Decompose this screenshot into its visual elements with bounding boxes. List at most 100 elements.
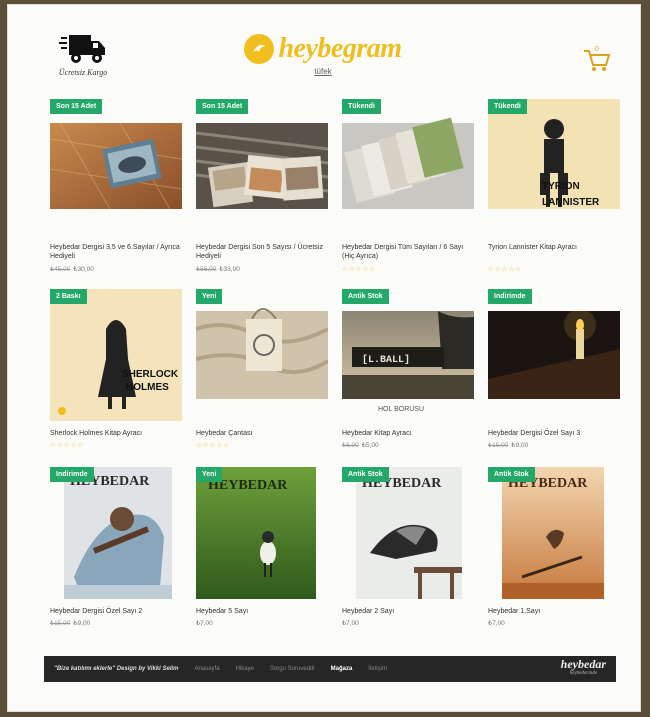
product-badge: Yeni — [196, 467, 223, 482]
product-title[interactable]: Heybedar Dergisi Özel Sayı 3 — [488, 429, 620, 438]
product-title[interactable]: Tyrion Lannister Kitap Ayracı — [488, 243, 620, 252]
truck-icon — [59, 35, 105, 63]
product-image[interactable]: [L.BALL] HOL BORUSU — [342, 289, 474, 421]
product-price: ₺15,00 ₺9,00 — [488, 441, 528, 449]
old-price: ₺45,00 — [50, 266, 71, 273]
current-price: ₺30,00 — [73, 266, 94, 273]
product-title[interactable]: Heybedar 2 Sayı — [342, 607, 474, 616]
product-badge: Indirimde — [488, 289, 532, 304]
product-badge: 2 Baskı — [50, 289, 87, 304]
product-card[interactable]: [L.BALL] HOL BORUSU Antik Stok Heybedar … — [342, 289, 474, 459]
product-price: ₺15,00 ₺9,00 — [50, 619, 90, 627]
rating-stars: ☆☆☆☆☆ — [342, 266, 377, 273]
footer: "Bize katılımı eklerle" Design by Vikki … — [44, 656, 616, 682]
product-title[interactable]: Heybedar Dergisi Son 5 Sayısı / Ücretsiz… — [196, 243, 328, 261]
product-badge: Antik Stok — [342, 289, 389, 304]
product-image[interactable]: HEYBEDAR — [64, 467, 172, 599]
product-price: ☆☆☆☆☆ — [196, 441, 230, 449]
product-image[interactable] — [488, 289, 620, 421]
product-card[interactable]: HEYBEDAR Yeni Heybedar 5 Sayı ₺7,00 — [196, 467, 340, 637]
current-price: ₺7,00 — [342, 620, 359, 627]
product-image[interactable] — [342, 99, 474, 209]
product-card[interactable]: HEYBEDAR Indirimde Heybedar Dergisi Özel… — [50, 467, 196, 637]
product-image[interactable]: HEYBEDAR — [502, 467, 604, 599]
free-shipping-badge[interactable]: Ücretsiz Kargo — [48, 33, 118, 87]
footer-logo[interactable]: heybedar heybedarinde — [561, 658, 606, 679]
footer-link-store[interactable]: Mağaza — [331, 666, 353, 672]
rating-stars: ☆☆☆☆☆ — [196, 442, 231, 449]
product-badge: Antik Stok — [488, 467, 535, 482]
current-price: ₺9,00 — [73, 620, 91, 627]
product-price: ☆☆☆☆☆ — [342, 265, 376, 273]
logo-circle-icon — [244, 34, 275, 64]
sherlock-surname: HOLMES — [126, 382, 169, 393]
old-price: ₺15,00 — [50, 620, 71, 627]
rating-stars: ☆☆☆☆☆ — [50, 442, 85, 449]
footer-link-home[interactable]: Anasayfa — [195, 666, 220, 672]
product-card[interactable]: Indirimde Heybedar Dergisi Özel Sayı 3 ₺… — [488, 289, 620, 459]
current-price: ₺7,00 — [488, 620, 505, 627]
current-price: ₺7,00 — [196, 620, 213, 627]
product-price: ₺45,00 ₺30,00 — [50, 265, 94, 273]
product-image[interactable] — [196, 99, 328, 209]
tyrion-surname: LANNISTER — [542, 197, 600, 208]
footer-link-story[interactable]: Hikaye — [236, 666, 254, 672]
sherlock-name: SHERLOCK — [122, 369, 179, 380]
product-price: ₺6,00 ₺5,00 — [342, 441, 379, 449]
product-image[interactable] — [50, 99, 182, 209]
product-title[interactable]: Sherlock Holmes Kitap Ayracı — [50, 429, 182, 438]
product-card[interactable]: SHERLOCK HOLMES 2 Baskı Sherlock Holmes … — [50, 289, 182, 459]
product-image[interactable]: HEYBEDAR — [196, 467, 316, 599]
product-title[interactable]: Heybedar 1.Sayı — [488, 607, 620, 616]
shipping-label: Ücretsiz Kargo — [58, 68, 108, 77]
product-badge: Son 15 Adet — [196, 99, 249, 114]
product-badge: Tükendi — [488, 99, 527, 114]
logo-subtitle: tüfek — [314, 67, 332, 76]
product-badge: Son 15 Adet — [50, 99, 103, 114]
cart-button[interactable]: 0 — [582, 45, 612, 75]
product-card[interactable]: Tükendi Heybedar Dergisi Tüm Sayıları / … — [342, 99, 474, 279]
product-badge: Tükendi — [342, 99, 381, 114]
footer-credit: "Bize katılımı eklerle" Design by Vikki … — [54, 666, 179, 672]
product-card[interactable]: HEYBEDAR Antik Stok Heybedar 1.Sayı ₺7,0… — [488, 467, 634, 637]
product-badge: Yeni — [196, 289, 223, 304]
store-page: Ücretsiz Kargo heybegram tüfek 0 Son 15 … — [7, 4, 641, 712]
product-image[interactable]: SHERLOCK HOLMES — [50, 289, 182, 421]
product-card[interactable]: Son 15 Adet Heybedar Dergisi 3,5 ve 6.Sa… — [50, 99, 182, 279]
current-price: ₺5,00 — [361, 442, 379, 449]
product-price: ₺7,00 — [196, 619, 213, 627]
current-price: ₺33,00 — [219, 266, 240, 273]
sign-caption: HOL BORUSU — [378, 406, 424, 413]
product-image[interactable]: HEYBEDAR — [356, 467, 462, 599]
product-image[interactable] — [196, 289, 328, 421]
product-title[interactable]: Heybedar Dergisi Tüm Sayıları / 6 Sayı (… — [342, 243, 474, 261]
old-price: ₺15,00 — [488, 442, 509, 449]
footer-link-faq[interactable]: Sorgu Soruveddi — [270, 666, 315, 672]
footer-link-contact[interactable]: İletişim — [368, 666, 387, 672]
product-price: ☆☆☆☆☆ — [488, 265, 522, 273]
product-title[interactable]: Heybedar Dergisi Özel Sayı 2 — [50, 607, 182, 616]
product-card[interactable]: Yeni Heybedar Çantası ☆☆☆☆☆ — [196, 289, 328, 459]
product-title[interactable]: Heybedar Çantası — [196, 429, 328, 438]
sign-text: [L.BALL] — [362, 354, 410, 366]
product-price: ₺7,00 — [488, 619, 505, 627]
old-price: ₺56,00 — [196, 266, 217, 273]
site-logo[interactable]: heybegram tüfek — [238, 33, 408, 93]
current-price: ₺9,00 — [511, 442, 529, 449]
product-card[interactable]: Son 15 Adet Heybedar Dergisi Son 5 Sayıs… — [196, 99, 328, 279]
product-title[interactable]: Heybedar Kitap Ayracı — [342, 429, 474, 438]
product-card[interactable]: HEYBEDAR Antik Stok Heybedar 2 Sayı ₺7,0… — [342, 467, 488, 637]
product-badge: Indirimde — [50, 467, 94, 482]
cart-count: 0 — [595, 46, 599, 53]
product-price: ₺56,00 ₺33,00 — [196, 265, 240, 273]
header: Ücretsiz Kargo heybegram tüfek 0 — [8, 5, 642, 95]
product-card[interactable]: TYRION LANNISTER Tükendi Tyrion Lanniste… — [488, 99, 620, 279]
rating-stars: ☆☆☆☆☆ — [488, 266, 523, 273]
product-title[interactable]: Heybedar 5 Sayı — [196, 607, 328, 616]
product-price: ₺7,00 — [342, 619, 359, 627]
product-title[interactable]: Heybedar Dergisi 3,5 ve 6.Sayılar / Ayrı… — [50, 243, 182, 261]
logo-text: heybegram — [278, 33, 402, 64]
product-image[interactable]: TYRION LANNISTER — [488, 99, 620, 209]
tyrion-name: TYRION — [542, 181, 580, 192]
product-price: ☆☆☆☆☆ — [50, 441, 84, 449]
